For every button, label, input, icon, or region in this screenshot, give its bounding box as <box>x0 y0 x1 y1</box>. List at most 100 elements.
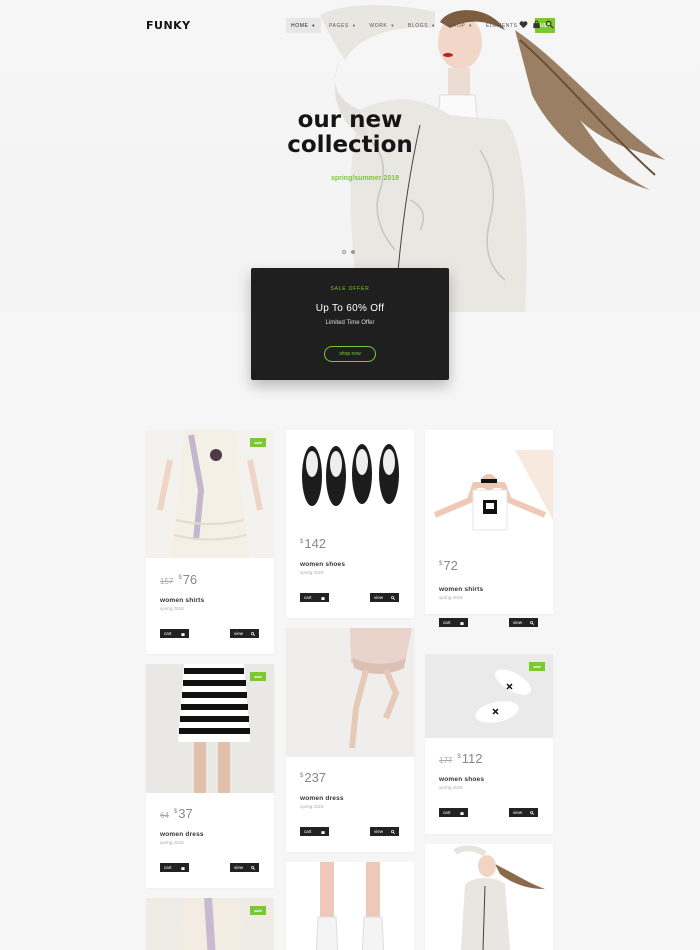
sale-badge: sale <box>250 906 266 915</box>
site-header: FUNKY HOME ▼ PAGES ▼ WORK ▼ BLOGS ▼ SHOP ▼ EL… <box>0 0 700 52</box>
view-button[interactable]: view <box>370 827 399 836</box>
price: 237 <box>304 770 327 785</box>
price-row: $ 142 <box>300 536 326 551</box>
product-name[interactable]: women shirts <box>439 586 483 593</box>
nav-label: BLOGS <box>407 22 429 29</box>
currency: $ <box>300 773 304 779</box>
product-card[interactable]: $ 237 women dress spring 2018 cart view <box>286 628 414 852</box>
product-season: spring 2018 <box>439 785 463 790</box>
view-label: view <box>374 829 384 834</box>
product-card[interactable] <box>425 844 553 950</box>
dress-model-image <box>349 628 412 749</box>
add-to-cart-button[interactable]: cart <box>439 808 468 817</box>
product-name[interactable]: women shoes <box>439 776 484 783</box>
product-season: spring 2018 <box>439 595 463 600</box>
bag-icon[interactable] <box>532 20 541 29</box>
nav-item-shop[interactable]: SHOP ▼ <box>444 18 478 33</box>
hero-title-line1: our new <box>297 107 403 133</box>
product-image[interactable] <box>286 862 414 950</box>
nav-item-work[interactable]: WORK ▼ <box>364 18 400 33</box>
legs-boots-image <box>315 862 385 950</box>
price-row: 177 $ 112 <box>439 751 482 766</box>
product-card[interactable]: sale <box>146 898 274 950</box>
bag-icon <box>181 632 185 636</box>
product-season: spring 2018 <box>160 606 184 611</box>
product-image[interactable] <box>425 430 553 549</box>
product-image[interactable]: sale <box>146 430 274 558</box>
chevron-down-icon: ▼ <box>468 23 473 28</box>
product-name[interactable]: women dress <box>300 795 344 802</box>
chevron-down-icon: ▼ <box>431 23 436 28</box>
shop-now-button[interactable]: shop now <box>324 346 376 362</box>
sale-badge: sale <box>250 672 266 681</box>
tshirt-model-image <box>433 450 553 531</box>
product-image[interactable]: sale <box>146 898 274 950</box>
search-icon <box>530 810 534 815</box>
product-name[interactable]: women dress <box>160 831 204 838</box>
bag-icon <box>321 596 325 600</box>
bag-icon <box>460 621 464 625</box>
add-to-cart-button[interactable]: cart <box>160 863 189 872</box>
nav-item-blogs[interactable]: BLOGS ▼ <box>403 18 441 33</box>
sale-badge: sale <box>250 438 266 447</box>
add-to-cart-button[interactable]: cart <box>439 618 468 627</box>
slip-on-shoes-image <box>302 444 399 506</box>
search-icon <box>530 620 534 625</box>
view-button[interactable]: view <box>370 593 399 602</box>
sale-eyebrow: SALE OFFER <box>330 286 370 292</box>
nav-item-home[interactable]: HOME ▼ <box>286 18 321 33</box>
cart-label: cart <box>443 810 451 815</box>
hero-title-line2: collection <box>287 132 413 158</box>
product-card[interactable]: $ 142 women shoes spring 2018 cart view <box>286 430 414 618</box>
view-button[interactable]: view <box>509 618 538 627</box>
slider-dots <box>342 250 355 254</box>
product-card[interactable]: sale 64 $ 37 women dress spring 2018 car… <box>146 664 274 888</box>
search-icon <box>251 865 255 870</box>
product-season: spring 2018 <box>160 840 184 845</box>
nav-label: ELEMENTS <box>485 22 518 29</box>
model-jacket-image <box>453 845 545 950</box>
slider-dot-2[interactable] <box>351 250 355 254</box>
product-image[interactable] <box>425 844 553 950</box>
product-card[interactable]: sale 177 $ 112 women shoes spring 2018 c… <box>425 654 553 834</box>
slider-dot-1[interactable] <box>342 250 346 254</box>
view-button[interactable]: view <box>230 629 259 638</box>
view-button[interactable]: view <box>509 808 538 817</box>
dress-image <box>157 430 263 558</box>
currency: $ <box>439 561 443 567</box>
price-row: 64 $ 37 <box>160 806 193 821</box>
product-image[interactable]: sale <box>425 654 553 738</box>
product-card[interactable]: sale 157 $ 76 women shirts spring 2018 c… <box>146 430 274 654</box>
bag-icon <box>181 866 185 870</box>
product-card[interactable] <box>286 862 414 950</box>
hero-title: our new collection <box>250 108 450 158</box>
price: 76 <box>182 572 198 587</box>
currency: $ <box>173 809 178 815</box>
product-name[interactable]: women shirts <box>160 597 204 604</box>
search-icon[interactable] <box>545 20 554 29</box>
view-button[interactable]: view <box>230 863 259 872</box>
heart-icon[interactable] <box>519 20 528 29</box>
price-row: $ 72 <box>439 558 458 573</box>
product-image[interactable] <box>286 628 414 757</box>
product-card[interactable]: $ 72 women shirts spring 2018 <box>425 430 553 614</box>
product-image[interactable]: sale <box>146 664 274 793</box>
search-icon <box>391 829 395 834</box>
price: 37 <box>178 806 193 821</box>
striped-skirt-image <box>178 664 250 793</box>
price: 142 <box>304 536 327 551</box>
nav-label: HOME <box>291 22 309 29</box>
sale-badge: sale <box>529 662 545 671</box>
add-to-cart-button[interactable]: cart <box>300 827 329 836</box>
product-season: spring 2018 <box>300 570 324 575</box>
product-image[interactable] <box>286 430 414 526</box>
price: 112 <box>461 751 483 766</box>
product-name[interactable]: women shoes <box>300 561 345 568</box>
product-season: spring 2018 <box>300 804 324 809</box>
site-logo[interactable]: FUNKY <box>146 19 191 32</box>
nav-item-pages[interactable]: PAGES ▼ <box>324 18 361 33</box>
nav-label: SHOP <box>448 22 466 29</box>
add-to-cart-button[interactable]: cart <box>300 593 329 602</box>
add-to-cart-button[interactable]: cart <box>160 629 189 638</box>
currency: $ <box>178 575 182 581</box>
